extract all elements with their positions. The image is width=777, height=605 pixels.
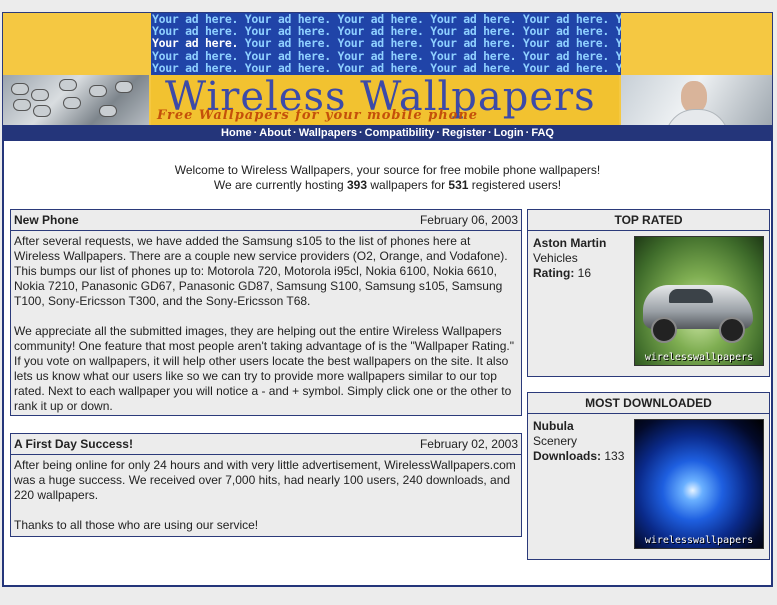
news-item: A First Day Success! February 02, 2003 A… <box>10 433 522 537</box>
nav-link-login[interactable]: Login <box>494 127 524 139</box>
news-header: New Phone February 06, 2003 <box>11 210 521 231</box>
news-title: New Phone <box>14 213 79 227</box>
phone-keypad-image <box>3 75 149 125</box>
nav-separator: · <box>436 127 441 139</box>
top-rated-box: TOP RATED Aston Martin Vehicles Rating: … <box>527 209 770 377</box>
wallpaper-category: Scenery <box>533 434 578 448</box>
news-body: After several requests, we have added th… <box>11 231 521 418</box>
news-date: February 06, 2003 <box>419 213 518 227</box>
ad-line[interactable]: Your ad here. Your ad here. Your ad here… <box>151 13 621 25</box>
header-band: Wireless Wallpapers Free Wallpapers for … <box>3 75 772 125</box>
news-body: After being online for only 24 hours and… <box>11 455 521 537</box>
downloads-value: 133 <box>604 449 625 463</box>
wallpaper-name[interactable]: Aston Martin <box>533 236 606 250</box>
downloads-label: Downloads: <box>533 449 601 463</box>
ad-banner[interactable]: Your ad here. Your ad here. Your ad here… <box>151 13 621 75</box>
logo-subtitle: Free Wallpapers for your mobile phone <box>157 108 479 123</box>
nav-separator: · <box>293 127 297 139</box>
news-paragraph: Thanks to all those who are using our se… <box>14 518 259 532</box>
man-on-phone-image <box>621 75 772 125</box>
wallpaper-name[interactable]: Nubula <box>533 419 574 433</box>
welcome-message: Welcome to Wireless Wallpapers, your sou… <box>4 163 771 193</box>
wallpaper-count: 393 <box>347 178 368 192</box>
most-downloaded-box: MOST DOWNLOADED Nubula Scenery Downloads… <box>527 392 770 560</box>
rating-label: Rating: <box>533 266 575 280</box>
main-nav: Home · About · Wallpapers · Compatibility · Regi… <box>2 125 773 141</box>
news-date: February 02, 2003 <box>419 437 518 451</box>
nav-separator: · <box>359 127 363 139</box>
site-logo[interactable]: Wireless Wallpapers Free Wallpapers for … <box>151 75 619 125</box>
news-paragraph: After several requests, we have added th… <box>14 234 508 308</box>
nav-link-faq[interactable]: FAQ <box>531 127 554 139</box>
welcome-line-1: Welcome to Wireless Wallpapers, your sou… <box>174 163 601 177</box>
rating-value: 16 <box>577 266 592 280</box>
header-corner-left <box>3 13 149 75</box>
watermark-text: wirelesswallpapers <box>644 535 754 546</box>
nav-link-home[interactable]: Home <box>221 127 252 139</box>
header-corner-right <box>621 13 772 75</box>
most-downloaded-heading: MOST DOWNLOADED <box>528 393 769 414</box>
ad-line[interactable]: Your ad here. Your ad here. Your ad here… <box>151 62 621 74</box>
ad-line[interactable]: Your ad here. Your ad here. Your ad here… <box>151 25 621 37</box>
news-item: New Phone February 06, 2003 After severa… <box>10 209 522 416</box>
site-header: Your ad here. Your ad here. Your ad here… <box>2 12 773 126</box>
main-content: Welcome to Wireless Wallpapers, your sou… <box>2 141 773 587</box>
news-title: A First Day Success! <box>14 437 133 451</box>
nav-link-about[interactable]: About <box>259 127 291 139</box>
user-count: 531 <box>448 178 469 192</box>
aston-martin-thumbnail[interactable]: wirelesswallpapers <box>634 236 764 366</box>
ad-line[interactable]: Your ad here. Your ad here. Your ad here… <box>151 37 621 49</box>
news-paragraph: After being online for only 24 hours and… <box>14 458 516 502</box>
wallpaper-category: Vehicles <box>533 251 578 265</box>
news-paragraph: We appreciate all the submitted images, … <box>14 324 514 413</box>
ad-line[interactable]: Your ad here. Your ad here. Your ad here… <box>151 50 621 62</box>
news-header: A First Day Success! February 02, 2003 <box>11 434 521 455</box>
nav-link-wallpapers[interactable]: Wallpapers <box>299 127 357 139</box>
nebula-thumbnail[interactable]: wirelesswallpapers <box>634 419 764 549</box>
top-rated-heading: TOP RATED <box>528 210 769 231</box>
nav-link-register[interactable]: Register <box>442 127 486 139</box>
top-rated-info: Aston Martin Vehicles Rating: 16 <box>533 236 606 281</box>
welcome-line-2: We are currently hosting 393 wallpapers … <box>213 178 562 192</box>
nav-separator: · <box>488 127 492 139</box>
watermark-text: wirelesswallpapers <box>644 352 754 363</box>
nav-link-compatibility[interactable]: Compatibility <box>365 127 435 139</box>
most-downloaded-info: Nubula Scenery Downloads: 133 <box>533 419 624 464</box>
